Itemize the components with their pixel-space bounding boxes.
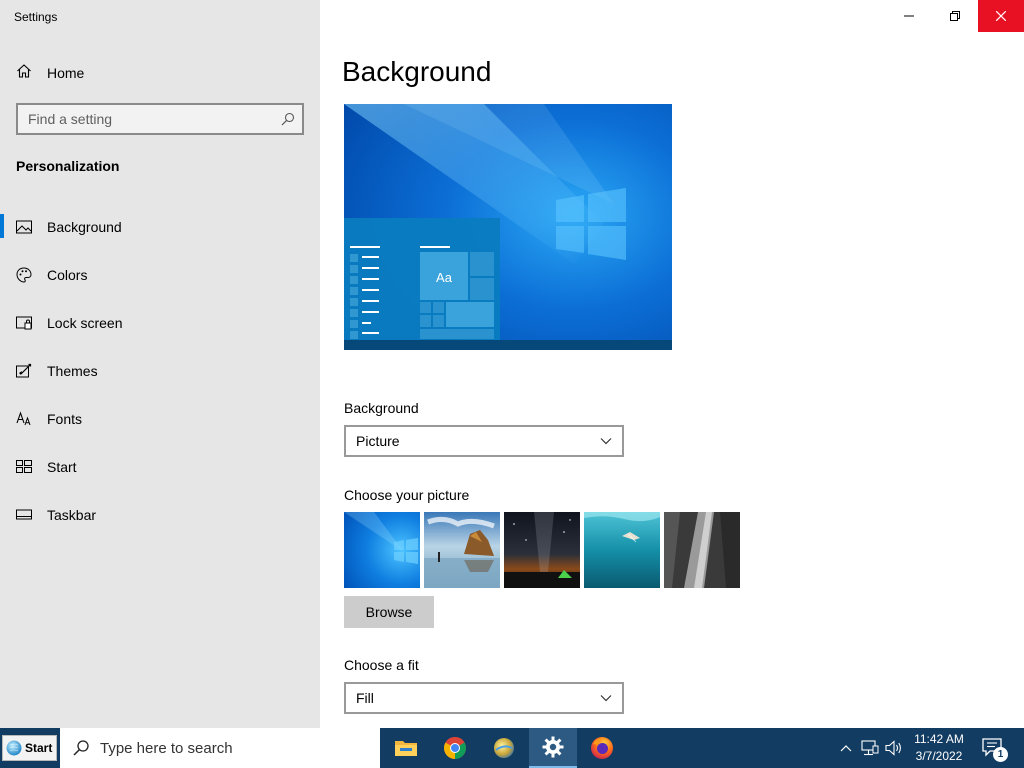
sidebar: Settings Home Personalization Background… [0, 0, 320, 728]
taskbar-icon [16, 507, 32, 523]
app-title: Settings [14, 10, 58, 24]
clock-date: 3/7/2022 [915, 749, 963, 763]
taskbar-app-generic[interactable] [480, 728, 528, 768]
settings-search-box[interactable] [16, 103, 304, 135]
home-link[interactable]: Home [16, 62, 84, 84]
settings-search-input[interactable] [18, 105, 302, 133]
thumb-rock-cliff[interactable] [664, 512, 740, 588]
fit-value: Fill [356, 690, 374, 706]
restore-icon [950, 11, 960, 21]
home-icon [16, 63, 32, 84]
sidebar-item-taskbar[interactable]: Taskbar [0, 491, 320, 539]
sidebar-item-colors[interactable]: Colors [0, 251, 320, 299]
background-type-value: Picture [356, 433, 400, 449]
background-type-dropdown[interactable]: Picture [344, 425, 624, 457]
sidebar-item-label: Taskbar [47, 507, 97, 523]
taskbar-app-firefox[interactable] [578, 728, 626, 768]
gear-icon [542, 736, 564, 758]
taskbar-app-settings[interactable] [529, 728, 577, 768]
chevron-up-icon [840, 745, 852, 752]
lock-screen-icon [16, 315, 32, 331]
home-label: Home [47, 65, 85, 81]
section-title: Personalization [16, 158, 120, 174]
fonts-icon [16, 411, 32, 427]
sidebar-item-label: Lock screen [47, 315, 123, 331]
restore-button[interactable] [932, 0, 978, 32]
thumb-night-sky-tent[interactable] [504, 512, 580, 588]
start-orb-icon [6, 740, 22, 756]
network-icon [861, 740, 879, 756]
background-label: Background [344, 400, 419, 416]
sidebar-item-label: Start [47, 459, 77, 475]
taskbar: Start Type here to search 11:42 AM 3/7/2… [0, 728, 1024, 768]
sidebar-item-label: Background [47, 219, 122, 235]
taskbar-app-file-explorer[interactable] [382, 728, 430, 768]
sidebar-item-background[interactable]: Background [0, 203, 320, 251]
thumb-underwater-swimmer[interactable] [584, 512, 660, 588]
picture-thumbnails [344, 512, 740, 588]
page-title: Background [342, 56, 492, 87]
palette-icon [16, 267, 32, 283]
firefox-icon [591, 737, 613, 759]
minimize-button[interactable] [886, 0, 932, 32]
action-center-button[interactable]: 1 [980, 736, 1010, 762]
thumb-windows-blue[interactable] [344, 512, 420, 588]
close-button[interactable] [978, 0, 1024, 32]
chrome-icon [444, 737, 466, 759]
close-icon [996, 11, 1006, 21]
sidebar-item-label: Colors [47, 267, 88, 283]
search-icon[interactable] [281, 112, 295, 131]
folder-icon [395, 741, 417, 756]
taskbar-clock[interactable]: 11:42 AM 3/7/2022 [904, 731, 974, 765]
themes-icon [16, 363, 32, 379]
chevron-down-icon [600, 695, 612, 702]
start-button[interactable]: Start [2, 735, 57, 761]
taskbar-search-box[interactable]: Type here to search [60, 728, 380, 768]
preview-tile-text: Aa [436, 270, 453, 285]
app-icon [494, 738, 514, 758]
minimize-icon [904, 15, 914, 17]
volume-button[interactable] [884, 738, 904, 758]
sidebar-item-label: Fonts [47, 411, 83, 427]
clock-time: 11:42 AM [914, 732, 964, 746]
start-label: Start [25, 741, 53, 755]
picture-icon [16, 219, 32, 235]
taskbar-app-chrome[interactable] [431, 728, 479, 768]
choose-picture-label: Choose your picture [344, 487, 470, 503]
sidebar-item-lock-screen[interactable]: Lock screen [0, 299, 320, 347]
show-hidden-icons-button[interactable] [836, 738, 856, 758]
desktop-preview: Aa [344, 104, 672, 350]
sidebar-item-fonts[interactable]: Fonts [0, 395, 320, 443]
thumb-beach-rocks[interactable] [424, 512, 500, 588]
volume-icon [885, 740, 901, 756]
sidebar-item-label: Themes [47, 363, 98, 379]
nav-list: Background Colors Lock screen Themes Fon… [0, 203, 320, 539]
fit-dropdown[interactable]: Fill [344, 682, 624, 714]
network-button[interactable] [860, 738, 880, 758]
search-icon [73, 740, 89, 756]
start-icon [16, 459, 32, 475]
notification-count-badge: 1 [993, 747, 1008, 762]
sidebar-item-start[interactable]: Start [0, 443, 320, 491]
chevron-down-icon [600, 438, 612, 445]
browse-button[interactable]: Browse [344, 596, 434, 628]
taskbar-search-placeholder: Type here to search [100, 739, 233, 757]
sidebar-item-themes[interactable]: Themes [0, 347, 320, 395]
choose-fit-label: Choose a fit [344, 657, 419, 673]
